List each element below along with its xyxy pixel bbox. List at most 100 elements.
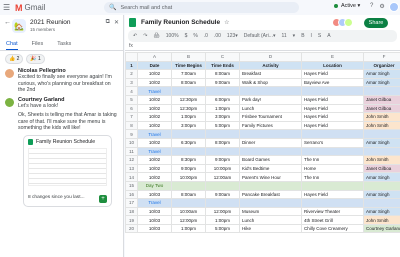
column-header[interactable]: D [239, 52, 302, 62]
table-cell[interactable]: The Inn [301, 172, 364, 182]
table-cell[interactable] [171, 198, 206, 208]
table-cell[interactable]: 8:00am [171, 77, 206, 88]
row-number[interactable]: 5 [125, 94, 138, 105]
row-number[interactable]: 7 [125, 112, 138, 122]
table-cell[interactable]: 10/02 [137, 172, 172, 182]
table-cell[interactable]: Frisbee Tournament [239, 112, 302, 122]
table-cell[interactable]: Amar Singh [363, 69, 400, 79]
table-cell[interactable]: Lunch [239, 103, 302, 114]
table-cell[interactable]: 10/02 [137, 137, 172, 148]
toolbar-button[interactable]: 123▾ [227, 33, 238, 39]
table-cell[interactable]: 1:00pm [205, 103, 240, 114]
table-cell[interactable]: Pancake Breakfast [239, 189, 302, 200]
document-title[interactable]: Family Reunion Schedule [141, 19, 220, 26]
table-cell[interactable] [363, 86, 400, 96]
table-cell[interactable]: Amar Singh [363, 172, 400, 182]
table-cell[interactable] [205, 129, 240, 139]
close-icon[interactable]: ✕ [114, 19, 119, 26]
table-cell[interactable] [205, 146, 240, 157]
toolbar-button[interactable]: .00 [214, 33, 221, 39]
row-number[interactable]: 11 [125, 146, 138, 157]
table-cell[interactable]: 9:00pm [205, 155, 240, 165]
row-number[interactable]: 14 [125, 172, 138, 182]
table-cell[interactable]: 10/03 [137, 223, 172, 234]
table-cell[interactable] [363, 198, 400, 208]
table-cell[interactable]: 12:00pm [205, 206, 240, 217]
table-cell[interactable]: 12:00pm [171, 215, 206, 225]
table-cell[interactable]: 9:00pm [171, 163, 206, 174]
table-cell[interactable]: Janet Gilboa [363, 163, 400, 174]
table-cell[interactable]: Hayes Field [301, 69, 364, 79]
toolbar-button[interactable]: I [311, 33, 312, 39]
search-input[interactable]: 🔍 Search mail and chat [104, 2, 299, 13]
table-cell[interactable] [301, 146, 364, 157]
row-number[interactable]: 3 [125, 77, 138, 88]
table-cell[interactable]: 10/02 [137, 103, 172, 114]
row-number[interactable]: 9 [125, 129, 138, 139]
table-cell[interactable]: 7:00am [171, 69, 206, 79]
toolbar-button[interactable]: % [193, 33, 197, 39]
table-cell[interactable]: 10/02 [137, 94, 172, 105]
table-cell[interactable]: Amar Singh [363, 189, 400, 200]
toolbar-button[interactable]: Default (Ari...▾ [244, 33, 276, 39]
column-title[interactable]: Activity [239, 60, 302, 71]
table-cell[interactable] [239, 180, 302, 191]
avatar[interactable] [389, 2, 399, 12]
tab-tasks[interactable]: Tasks [57, 41, 71, 50]
table-cell[interactable]: Hayes Field [301, 189, 364, 200]
table-cell[interactable]: 10/03 [137, 189, 172, 200]
table-cell[interactable]: Park day! [239, 94, 302, 105]
table-cell[interactable]: 6:30pm [171, 137, 206, 148]
table-cell[interactable]: 10/02 [137, 69, 172, 79]
table-cell[interactable] [363, 180, 400, 191]
table-cell[interactable]: 8:00am [205, 69, 240, 79]
table-cell[interactable] [239, 86, 302, 96]
table-cell[interactable]: Amar Singh [363, 206, 400, 217]
table-cell[interactable]: 8:00am [171, 189, 206, 200]
table-cell[interactable] [171, 129, 206, 139]
table-cell[interactable]: Day Two [137, 180, 172, 191]
table-cell[interactable]: 3:00pm [171, 120, 206, 131]
table-cell[interactable]: John Smith [363, 215, 400, 225]
table-cell[interactable]: John Smith [363, 120, 400, 131]
back-arrow-icon[interactable]: ← [4, 19, 12, 26]
table-cell[interactable] [239, 198, 302, 208]
table-cell[interactable]: 1:00pm [171, 223, 206, 234]
table-cell[interactable]: The Inn [301, 155, 364, 165]
toolbar-button[interactable]: A [327, 33, 330, 39]
table-cell[interactable] [239, 129, 302, 139]
table-cell[interactable]: Breakfast [239, 69, 302, 79]
table-cell[interactable]: Museum [239, 206, 302, 217]
table-cell[interactable] [205, 86, 240, 96]
table-cell[interactable]: Travel [137, 86, 172, 96]
table-cell[interactable]: Home [301, 163, 364, 174]
table-cell[interactable]: Parent's Wine Hour [239, 172, 302, 182]
table-cell[interactable]: 1:00pm [205, 215, 240, 225]
table-cell[interactable]: Lunch [239, 215, 302, 225]
status-selector[interactable]: Active ▾ [334, 3, 360, 9]
table-cell[interactable]: Janet Gilboa [363, 94, 400, 105]
column-header[interactable]: A [137, 52, 172, 62]
table-cell[interactable]: Travel [137, 129, 172, 139]
table-cell[interactable]: Hayes Field [301, 112, 364, 122]
column-title[interactable]: Location [301, 60, 364, 71]
column-title[interactable]: Date [137, 60, 172, 71]
table-cell[interactable] [363, 129, 400, 139]
table-cell[interactable]: John Smith [363, 155, 400, 165]
table-cell[interactable]: 10:00pm [205, 163, 240, 174]
row-number[interactable]: 10 [125, 137, 138, 148]
toolbar-button[interactable]: .0 [204, 33, 208, 39]
popout-icon[interactable]: ⧉ [106, 19, 110, 26]
row-number[interactable]: 15 [125, 180, 138, 191]
table-cell[interactable] [171, 86, 206, 96]
table-cell[interactable]: 10/03 [137, 206, 172, 217]
row-number[interactable]: 1 [125, 60, 138, 71]
table-cell[interactable]: 10/02 [137, 77, 172, 88]
menu-icon[interactable]: ☰ [3, 3, 13, 12]
table-cell[interactable]: Amar Singh [363, 137, 400, 148]
table-cell[interactable]: 12:00am [205, 172, 240, 182]
row-number[interactable]: 16 [125, 189, 138, 200]
row-number[interactable]: 13 [125, 163, 138, 174]
table-cell[interactable]: 10/02 [137, 155, 172, 165]
row-number[interactable]: 2 [125, 69, 138, 79]
